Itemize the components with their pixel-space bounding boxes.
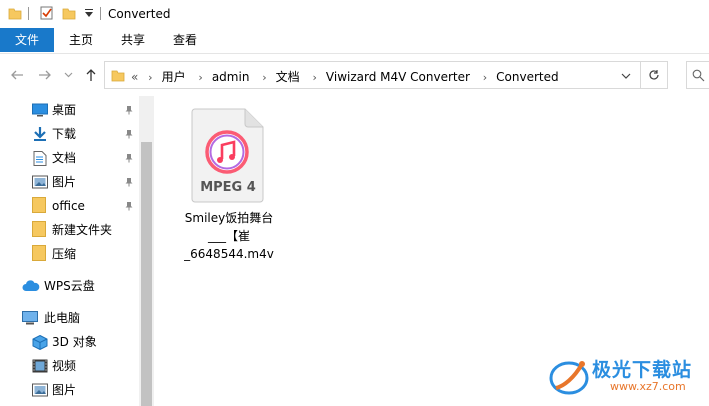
file-name-line: _6648544.m4v: [184, 247, 274, 261]
breadcrumb-item[interactable]: 文档: [276, 70, 300, 84]
folder-icon[interactable]: [8, 6, 22, 20]
sidebar-item-label: 3D 对象: [52, 335, 97, 349]
breadcrumb-item[interactable]: Converted: [496, 70, 558, 84]
back-arrow-icon[interactable]: [10, 68, 24, 82]
sidebar-item-label: office: [52, 199, 85, 213]
sidebar-item-label: 图片: [52, 383, 77, 397]
3d-objects-icon: [32, 335, 48, 350]
sidebar-item-label: 压缩: [52, 247, 77, 261]
recent-locations-icon[interactable]: [64, 72, 73, 78]
picture-icon: [32, 175, 48, 189]
file-name-line: Smiley饭拍舞台: [184, 211, 274, 225]
search-input[interactable]: [686, 61, 709, 89]
breadcrumb-separator[interactable]: ›: [483, 71, 487, 84]
watermark-url: www.xz7.com: [610, 380, 686, 393]
pin-icon[interactable]: [124, 177, 134, 187]
sidebar-item-downloads[interactable]: 下载: [0, 122, 139, 146]
file-name: Smiley饭拍舞台 ___【崔 _6648544.m4v: [181, 209, 277, 263]
sidebar-item-label: 文档: [52, 151, 77, 165]
sidebar-item-label: WPS云盘: [44, 279, 95, 293]
folder-icon: [32, 245, 46, 261]
navigation-pane: 桌面 下载 文档 图片 office 新建文件夹 压缩 WPS云盘 此电脑 3D…: [0, 96, 154, 406]
search-icon: [692, 69, 705, 82]
computer-icon: [22, 311, 38, 325]
watermark-logo-icon: [549, 361, 589, 395]
sidebar-item-desktop[interactable]: 桌面: [0, 98, 139, 122]
address-dropdown-icon[interactable]: [621, 73, 631, 79]
file-item[interactable]: MPEG 4 Smiley饭拍舞台 ___【崔 _6648544.m4v: [181, 104, 277, 264]
title-bar: Converted: [0, 0, 709, 28]
breadcrumb-item[interactable]: Viwizard M4V Converter: [326, 70, 470, 84]
sidebar-item-label: 下载: [52, 127, 77, 141]
breadcrumb-separator[interactable]: ›: [198, 71, 202, 84]
pin-icon[interactable]: [124, 105, 134, 115]
window-title: Converted: [108, 7, 171, 21]
sidebar-item-this-pc[interactable]: 此电脑: [0, 306, 139, 330]
tab-share[interactable]: 共享: [112, 28, 154, 52]
tab-view[interactable]: 查看: [164, 28, 206, 52]
properties-icon[interactable]: [40, 6, 54, 20]
sidebar-item-videos[interactable]: 视频: [0, 354, 139, 378]
download-icon: [34, 127, 46, 141]
pin-icon[interactable]: [124, 153, 134, 163]
up-arrow-icon[interactable]: [84, 68, 98, 82]
breadcrumb-overflow[interactable]: «: [131, 70, 138, 84]
folder-icon: [111, 70, 125, 82]
sidebar-item-new-folder[interactable]: 新建文件夹: [0, 218, 139, 242]
watermark: 极光下载站 www.xz7.com: [548, 352, 708, 400]
address-row: « › 用户 › admin › 文档 › Viwizard M4V Converter…: [0, 54, 709, 96]
folder-icon: [32, 221, 46, 237]
video-icon: [32, 359, 48, 373]
forward-arrow-icon[interactable]: [38, 68, 52, 82]
folder-icon: [32, 197, 46, 213]
address-bar[interactable]: « › 用户 › admin › 文档 › Viwizard M4V Converter…: [104, 61, 668, 89]
pin-icon[interactable]: [124, 201, 134, 211]
new-folder-icon[interactable]: [62, 6, 76, 20]
divider: [28, 7, 29, 20]
sidebar-item-label: 此电脑: [44, 311, 81, 325]
sidebar-item-label: 新建文件夹: [52, 223, 113, 237]
tab-file[interactable]: 文件: [0, 28, 54, 52]
breadcrumb-item[interactable]: admin: [212, 70, 250, 84]
sidebar-item-label: 图片: [52, 175, 77, 189]
breadcrumb-separator[interactable]: ›: [262, 71, 266, 84]
divider: [100, 7, 101, 20]
file-name-line: ___【崔: [207, 229, 250, 243]
sidebar-item-pictures[interactable]: 图片: [0, 170, 139, 194]
sidebar-item-wps-cloud[interactable]: WPS云盘: [0, 274, 139, 298]
sidebar-item-label: 桌面: [52, 103, 77, 117]
sidebar-item-office[interactable]: office: [0, 194, 139, 218]
refresh-icon: [649, 70, 659, 80]
customize-toolbar-icon[interactable]: [84, 9, 94, 18]
picture-icon: [32, 383, 48, 397]
breadcrumb-separator[interactable]: ›: [148, 71, 152, 84]
breadcrumb: « › 用户 › admin › 文档 › Viwizard M4V Converter…: [131, 68, 559, 85]
sidebar-item-compressed[interactable]: 压缩: [0, 242, 139, 266]
document-icon: [33, 151, 47, 166]
sidebar-item-pc-pictures[interactable]: 图片: [0, 378, 139, 402]
sidebar-item-3d-objects[interactable]: 3D 对象: [0, 330, 139, 354]
desktop-icon: [32, 103, 48, 117]
sidebar-item-label: 视频: [52, 359, 77, 373]
breadcrumb-item[interactable]: 用户: [162, 70, 186, 84]
watermark-title: 极光下载站: [592, 359, 693, 381]
breadcrumb-separator[interactable]: ›: [313, 71, 317, 84]
refresh-button[interactable]: [640, 61, 668, 89]
tab-home[interactable]: 主页: [60, 28, 102, 52]
file-type-label: MPEG 4: [200, 180, 256, 195]
pin-icon[interactable]: [124, 129, 134, 139]
sidebar-item-documents[interactable]: 文档: [0, 146, 139, 170]
cloud-icon: [22, 280, 40, 291]
nav-scrollbar-thumb[interactable]: [141, 142, 152, 406]
ribbon-tabs: 文件 主页 共享 查看: [0, 28, 709, 54]
